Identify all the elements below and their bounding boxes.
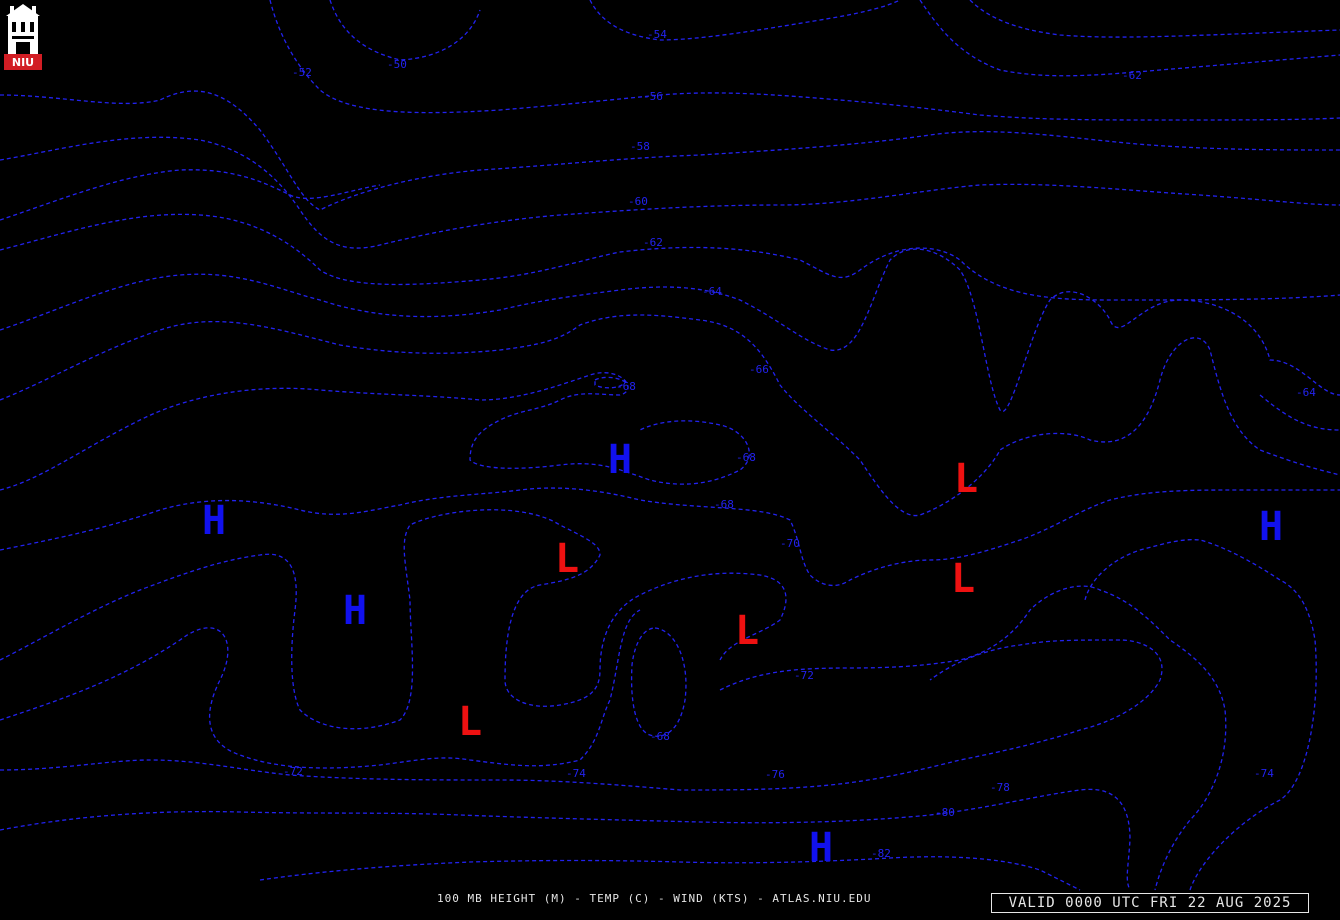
low-pressure-marker: L — [951, 556, 975, 602]
contour-line — [0, 136, 1340, 249]
contour-label: -74 — [566, 767, 586, 780]
contour-line — [0, 788, 1131, 891]
contour-label: -68 — [736, 451, 756, 464]
contour-label: -64 — [1296, 386, 1316, 399]
logo-text: NIU — [12, 56, 34, 69]
contour-label: -68 — [650, 730, 670, 743]
contour-line — [719, 585, 1227, 891]
low-pressure-marker: L — [555, 536, 579, 582]
contour-line — [0, 213, 1340, 301]
contour-line — [0, 509, 787, 730]
contour-label: -62 — [1122, 69, 1142, 82]
contour-line — [0, 609, 641, 769]
contour-line — [259, 856, 1081, 891]
contour-line — [0, 314, 1340, 517]
contour-line — [1259, 394, 1340, 431]
contour-label: -60 — [628, 195, 648, 208]
high-pressure-marker: H — [343, 588, 367, 634]
contour-label: -80 — [935, 806, 955, 819]
contour-line — [0, 372, 750, 491]
high-pressure-marker: H — [1259, 504, 1283, 550]
contour-line — [329, 0, 481, 61]
low-pressure-marker: L — [735, 608, 759, 654]
contour-label: -64 — [702, 285, 722, 298]
contour-label: -68 — [616, 380, 636, 393]
high-pressure-marker: H — [809, 825, 833, 871]
niu-tower-logo: NIU — [4, 4, 42, 70]
low-pressure-marker: L — [954, 456, 978, 502]
contour-label: -54 — [647, 28, 667, 41]
contour-line — [589, 0, 901, 41]
contour-label: -82 — [871, 847, 891, 860]
contour-label: -70 — [780, 537, 800, 550]
contour-label: -56 — [643, 90, 663, 103]
contour-label: -76 — [765, 768, 785, 781]
contour-line — [0, 487, 1340, 587]
contour-line — [630, 627, 687, 737]
contour-label: -58 — [630, 140, 650, 153]
high-pressure-marker: H — [608, 437, 632, 483]
contour-label: -50 — [387, 58, 407, 71]
contour-line — [0, 90, 1340, 211]
contour-label: -52 — [292, 66, 312, 79]
weather-map: -52 -50 -54 -56 -58 -60 -62 -64 -66 -68 … — [0, 0, 1340, 920]
contour-label: -62 — [643, 236, 663, 249]
contour-line — [269, 0, 1340, 121]
high-pressure-marker: H — [202, 498, 226, 544]
contour-label: -78 — [990, 781, 1010, 794]
temperature-contour-layer: -52 -50 -54 -56 -58 -60 -62 -64 -66 -68 … — [0, 0, 1340, 891]
map-caption: 100 MB HEIGHT (M) - TEMP (C) - WIND (KTS… — [437, 892, 872, 905]
contour-line — [0, 169, 381, 221]
contour-label: -66 — [749, 363, 769, 376]
contour-label: -68 — [714, 498, 734, 511]
valid-time-badge: VALID 0000 UTC FRI 22 AUG 2025 — [991, 893, 1309, 913]
contour-label: -74 — [1254, 767, 1274, 780]
low-pressure-marker: L — [458, 699, 482, 745]
contour-label: -72 — [794, 669, 814, 682]
contour-line — [969, 0, 1340, 38]
contour-line — [0, 248, 1340, 413]
contour-label: -72 — [283, 765, 303, 778]
